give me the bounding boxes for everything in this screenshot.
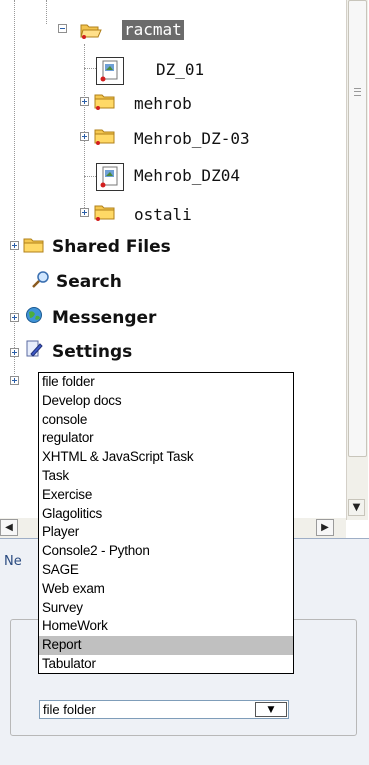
document-icon <box>96 57 124 85</box>
nav-settings[interactable]: Settings <box>52 342 132 362</box>
folder-icon <box>94 205 115 221</box>
folder-icon <box>94 129 115 145</box>
nav-shared-files[interactable]: Shared Files <box>52 237 171 257</box>
dropdown-option[interactable]: Report <box>39 636 293 655</box>
dropdown-option[interactable]: Player <box>39 523 293 542</box>
scroll-left-button[interactable]: ◀ <box>0 519 18 536</box>
chevron-right-icon: ▶ <box>321 522 329 533</box>
tree-node-ostali[interactable]: ostali <box>134 205 192 225</box>
dropdown-option[interactable]: XHTML & JavaScript Task <box>39 448 293 467</box>
dropdown-option[interactable]: regulator <box>39 429 293 448</box>
tree-connector <box>84 68 96 69</box>
collapse-toggle[interactable] <box>58 24 67 33</box>
dropdown-button[interactable]: ▼ <box>255 702 287 717</box>
expand-toggle[interactable] <box>80 97 89 106</box>
dropdown-option[interactable]: Exercise <box>39 486 293 505</box>
expand-toggle[interactable] <box>10 241 19 250</box>
nav-messenger[interactable]: Messenger <box>52 308 156 328</box>
expand-toggle[interactable] <box>10 348 19 357</box>
panel-title: Ne <box>4 554 22 569</box>
document-icon <box>96 163 124 191</box>
dropdown-option[interactable]: Survey <box>39 599 293 618</box>
tree-connector <box>84 176 96 177</box>
chevron-down-icon: ▼ <box>352 502 361 513</box>
type-select[interactable]: file folder ▼ <box>39 700 289 719</box>
tree-connector <box>84 44 85 214</box>
dropdown-option[interactable]: Web exam <box>39 580 293 599</box>
select-value: file folder <box>43 702 96 717</box>
chevron-left-icon: ◀ <box>5 522 13 533</box>
expand-toggle[interactable] <box>80 208 89 217</box>
expand-toggle[interactable] <box>10 313 19 322</box>
vertical-scrollbar[interactable]: ▼ <box>346 0 368 520</box>
dropdown-option[interactable]: Develop docs <box>39 392 293 411</box>
globe-icon <box>26 307 42 323</box>
chevron-down-icon: ▼ <box>267 704 275 715</box>
dropdown-option[interactable]: file folder <box>39 373 293 392</box>
tree-node-mehrob[interactable]: mehrob <box>134 94 192 114</box>
expand-toggle[interactable] <box>80 132 89 141</box>
grip-icon <box>354 88 361 96</box>
scroll-right-button[interactable]: ▶ <box>316 519 334 536</box>
dropdown-option[interactable]: Task <box>39 467 293 486</box>
dropdown-option[interactable]: SAGE <box>39 561 293 580</box>
type-dropdown-list[interactable]: file folder Develop docs console regulator X… <box>38 372 294 674</box>
dropdown-option[interactable]: Tabulator <box>39 655 293 674</box>
scroll-thumb[interactable] <box>348 0 367 457</box>
tree-node-dz-01[interactable]: DZ_01 <box>156 60 204 80</box>
tree-node-mehrob-dz-03[interactable]: Mehrob_DZ-03 <box>134 129 250 149</box>
scroll-down-button[interactable]: ▼ <box>348 499 365 516</box>
dropdown-option[interactable]: Glagolitics <box>39 505 293 524</box>
tree-node-mehrob-dz04[interactable]: Mehrob_DZ04 <box>134 166 240 186</box>
nav-search[interactable]: Search <box>56 272 122 292</box>
dropdown-option[interactable]: console <box>39 411 293 430</box>
dropdown-option[interactable]: HomeWork <box>39 617 293 636</box>
folder-icon <box>23 238 44 253</box>
tree-connector <box>46 0 47 24</box>
wrench-icon <box>26 340 43 357</box>
magnifier-icon <box>32 271 49 288</box>
tree-node-racmat[interactable]: racmat <box>122 20 184 40</box>
expand-toggle[interactable] <box>10 376 19 385</box>
dropdown-option[interactable]: Console2 - Python <box>39 542 293 561</box>
folder-open-icon <box>80 24 102 39</box>
folder-icon <box>94 94 115 110</box>
